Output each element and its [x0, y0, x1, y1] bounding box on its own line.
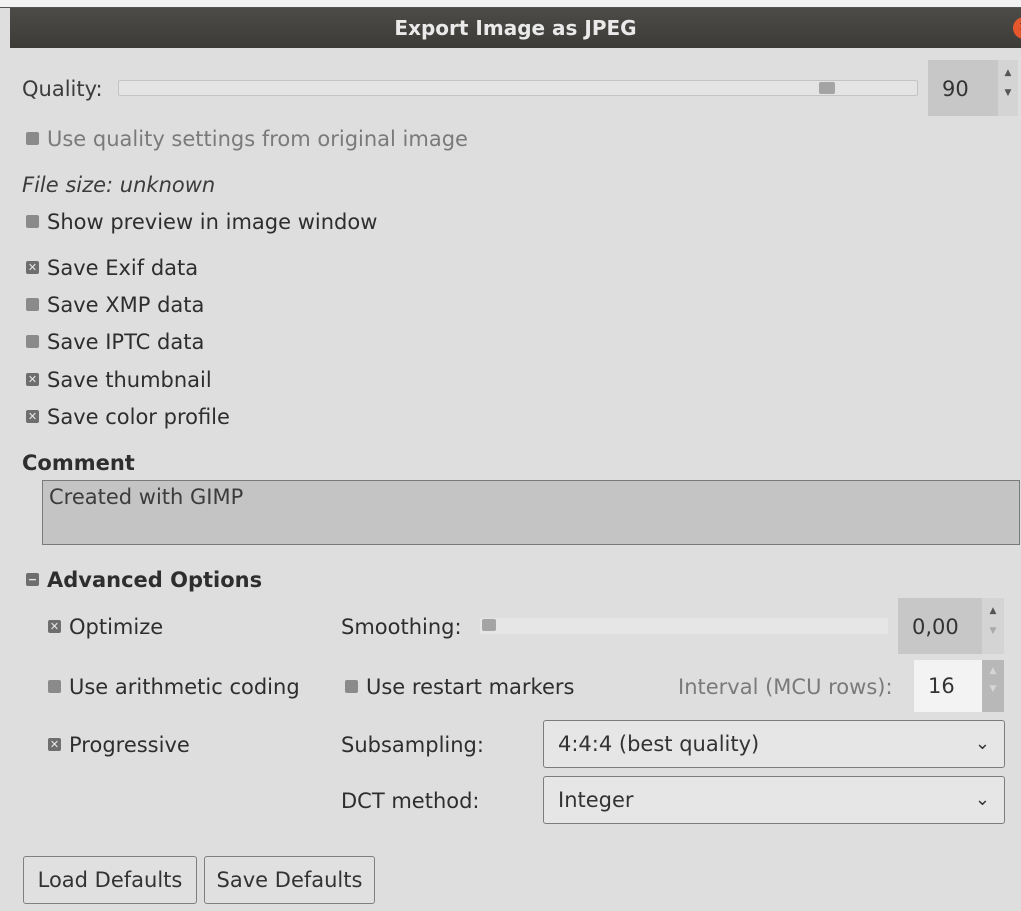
progressive-label: Progressive: [69, 733, 190, 757]
quality-label: Quality:: [22, 77, 103, 101]
quality-spin-buttons[interactable]: ▲ ▼: [998, 60, 1018, 116]
save-color-profile-checkbox[interactable]: ✕ Save color profile: [26, 402, 230, 432]
subsampling-combo[interactable]: 4:4:4 (best quality) ⌄: [543, 720, 1005, 768]
restart-markers-label: Use restart markers: [366, 675, 575, 699]
smoothing-value: 0,00: [912, 615, 959, 639]
show-preview-checkbox[interactable]: Show preview in image window: [26, 207, 377, 237]
advanced-options-label: Advanced Options: [47, 568, 263, 592]
file-size-label: File size: unknown: [22, 173, 216, 197]
save-thumbnail-label: Save thumbnail: [47, 368, 212, 392]
checkbox-unchecked-icon: [26, 214, 39, 228]
restart-markers-checkbox[interactable]: Use restart markers: [345, 672, 574, 702]
comment-textarea[interactable]: Created with GIMP: [42, 480, 1020, 545]
show-preview-label: Show preview in image window: [47, 210, 378, 234]
save-exif-checkbox[interactable]: ✕ Save Exif data: [26, 253, 198, 283]
interval-value: 16: [928, 674, 955, 698]
dct-method-value: Integer: [558, 788, 634, 812]
smoothing-spin-buttons[interactable]: ▲ ▼: [982, 598, 1004, 654]
quality-spinbox[interactable]: 90: [928, 60, 998, 116]
checkbox-checked-icon: ✕: [26, 409, 39, 423]
checkbox-unchecked-icon: [48, 679, 61, 693]
dct-method-label: DCT method:: [341, 789, 480, 813]
dct-method-combo[interactable]: Integer ⌄: [543, 776, 1005, 824]
window-title: Export Image as JPEG: [394, 16, 637, 40]
save-xmp-checkbox[interactable]: Save XMP data: [26, 290, 204, 320]
arithmetic-coding-label: Use arithmetic coding: [69, 675, 300, 699]
comment-text: Created with GIMP: [49, 485, 244, 509]
smoothing-spinbox[interactable]: 0,00: [898, 598, 982, 654]
spin-up-icon[interactable]: ▲: [998, 68, 1018, 78]
chevron-down-icon: ⌄: [974, 733, 990, 754]
arithmetic-coding-checkbox[interactable]: Use arithmetic coding: [48, 672, 300, 702]
quality-slider-handle[interactable]: [819, 82, 835, 94]
interval-label: Interval (MCU rows):: [678, 675, 893, 699]
save-defaults-button[interactable]: Save Defaults: [204, 856, 375, 904]
advanced-options-expander[interactable]: − Advanced Options: [26, 565, 262, 595]
checkbox-checked-icon: ✕: [48, 619, 61, 633]
smoothing-label: Smoothing:: [341, 615, 462, 639]
save-exif-label: Save Exif data: [47, 256, 199, 280]
save-xmp-label: Save XMP data: [47, 293, 205, 317]
optimize-checkbox[interactable]: ✕ Optimize: [48, 612, 163, 642]
subsampling-value: 4:4:4 (best quality): [558, 732, 760, 756]
smoothing-slider[interactable]: [480, 618, 888, 634]
title-bar[interactable]: Export Image as JPEG ✕: [10, 8, 1021, 48]
interval-spin-buttons[interactable]: ▲ ▼: [982, 660, 1004, 712]
save-color-profile-label: Save color profile: [47, 405, 230, 429]
interval-spinbox[interactable]: 16: [914, 660, 982, 712]
checkbox-checked-icon: ✕: [26, 260, 39, 274]
quality-value: 90: [942, 77, 969, 101]
spin-down-icon[interactable]: ▼: [982, 626, 1004, 636]
spin-up-icon[interactable]: ▲: [982, 606, 1004, 616]
spin-down-icon[interactable]: ▼: [998, 88, 1018, 98]
checkbox-unchecked-icon: [26, 297, 39, 311]
spin-up-icon[interactable]: ▲: [982, 666, 1004, 676]
comment-heading: Comment: [22, 451, 135, 475]
spin-down-icon[interactable]: ▼: [982, 684, 1004, 694]
checkbox-unchecked-icon: [26, 334, 39, 348]
progressive-checkbox[interactable]: ✕ Progressive: [48, 730, 190, 760]
checkbox-checked-icon: ✕: [26, 372, 39, 386]
save-iptc-checkbox[interactable]: Save IPTC data: [26, 327, 204, 357]
use-original-quality-checkbox[interactable]: Use quality settings from original image: [26, 124, 468, 154]
window-top-border: [0, 0, 1021, 8]
subsampling-label: Subsampling:: [341, 733, 484, 757]
quality-slider[interactable]: [118, 80, 918, 96]
close-icon[interactable]: ✕: [1013, 17, 1021, 39]
collapse-icon: −: [26, 572, 39, 586]
use-original-quality-label: Use quality settings from original image: [47, 127, 468, 151]
chevron-down-icon: ⌄: [974, 789, 990, 810]
checkbox-checked-icon: ✕: [48, 737, 61, 751]
load-defaults-button[interactable]: Load Defaults: [23, 856, 197, 904]
save-thumbnail-checkbox[interactable]: ✕ Save thumbnail: [26, 365, 212, 395]
save-iptc-label: Save IPTC data: [47, 330, 205, 354]
checkbox-unchecked-icon: [26, 131, 39, 145]
checkbox-unchecked-icon: [345, 679, 358, 693]
smoothing-slider-handle[interactable]: [482, 619, 496, 631]
optimize-label: Optimize: [69, 615, 164, 639]
